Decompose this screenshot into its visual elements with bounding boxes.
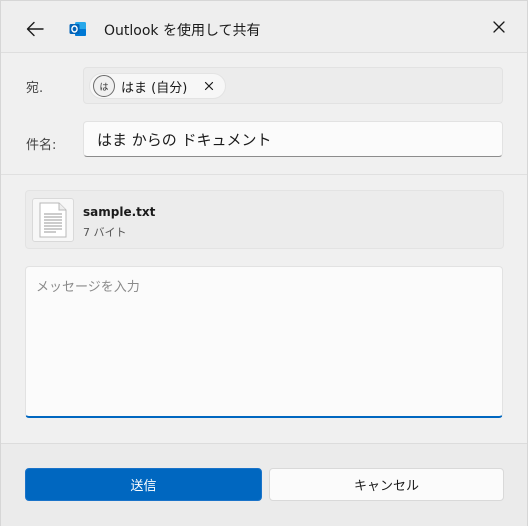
back-button[interactable]	[23, 17, 47, 41]
window-title: Outlook を使用して共有	[104, 23, 261, 39]
share-dialog: Outlook を使用して共有 宛. は はま (自分) 件名: はま からの …	[0, 0, 528, 526]
avatar: は	[93, 75, 115, 97]
close-button[interactable]	[489, 17, 509, 37]
outlook-logo-icon	[69, 22, 86, 36]
text-file-icon	[32, 198, 74, 242]
recipient-name: はま (自分)	[121, 80, 188, 96]
divider	[1, 174, 527, 175]
attachment-file-size: 7 バイト	[83, 226, 127, 239]
message-input[interactable]	[25, 266, 503, 418]
send-button[interactable]: 送信	[25, 468, 262, 501]
dialog-footer: 送信 キャンセル	[1, 443, 527, 526]
attachment-file-name: sample.txt	[83, 205, 156, 219]
attachment-card[interactable]: sample.txt 7 バイト	[25, 190, 504, 249]
close-icon	[493, 21, 505, 33]
subject-input[interactable]	[83, 121, 503, 157]
close-icon	[205, 81, 214, 91]
title-bar: Outlook を使用して共有	[1, 1, 527, 53]
subject-label: 件名:	[26, 138, 57, 153]
recipient-chip[interactable]: は はま (自分)	[89, 73, 227, 99]
arrow-left-icon	[26, 21, 44, 37]
to-field[interactable]: は はま (自分)	[83, 67, 503, 104]
remove-recipient-button[interactable]	[201, 78, 217, 94]
cancel-button[interactable]: キャンセル	[269, 468, 504, 501]
to-label: 宛.	[26, 81, 44, 96]
